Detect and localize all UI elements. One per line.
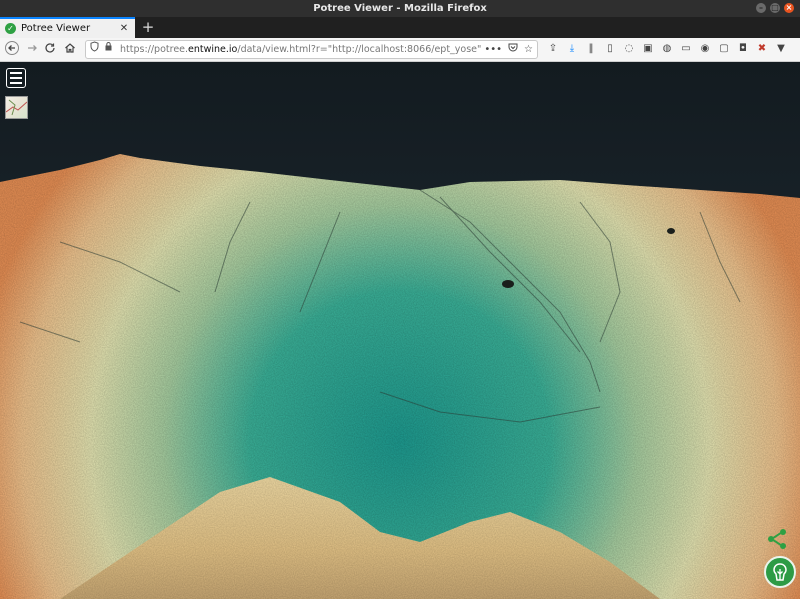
home-icon: [65, 43, 75, 53]
extension-icon-3[interactable]: ◍: [660, 42, 674, 56]
url-domain: entwine.io: [188, 44, 238, 55]
potree-favicon-icon: ✓: [5, 23, 16, 34]
toolbar-right: ⇪ ⤓ ‖ ▯ ◌ ▣ ◍ ▭ ◉ ▢ ◘ ✖ ▼ ☰: [546, 42, 800, 56]
window-title: Potree Viewer - Mozilla Firefox: [313, 3, 487, 14]
reload-icon: [45, 43, 55, 53]
url-path: /data/view.html?r="http://localhost:8066…: [237, 44, 482, 55]
arrow-right-icon: [28, 45, 37, 51]
sidebar-menu-button[interactable]: [6, 68, 26, 88]
star-icon[interactable]: ☆: [524, 41, 533, 58]
tab-potree-viewer[interactable]: ✓ Potree Viewer ✕: [0, 17, 135, 38]
back-button[interactable]: [3, 41, 21, 59]
tab-bar: ✓ Potree Viewer ✕ +: [0, 17, 800, 38]
tab-close-icon[interactable]: ✕: [117, 23, 131, 34]
window-controls: – □ ×: [756, 3, 794, 13]
map-toggle-button[interactable]: [5, 96, 28, 119]
extension-icon-2[interactable]: ▣: [641, 42, 655, 56]
more-icon[interactable]: •••: [484, 41, 502, 58]
home-button[interactable]: [61, 41, 79, 59]
url-prefix: https://potree.: [120, 44, 189, 55]
terrain-feature: [667, 228, 675, 234]
point-cloud-render[interactable]: [0, 62, 800, 599]
navigation-toolbar: https://potree.entwine.io/data/view.html…: [0, 38, 800, 62]
hamburger-line: [10, 82, 22, 84]
extension-icon-9[interactable]: ▼: [774, 42, 788, 56]
reload-button[interactable]: [41, 41, 59, 59]
close-window-button[interactable]: ×: [784, 3, 794, 13]
hamburger-line: [10, 77, 22, 79]
arrow-left-icon: [5, 41, 19, 55]
extension-icon-1[interactable]: ◌: [622, 42, 636, 56]
download-icon[interactable]: ⤓: [565, 42, 579, 56]
minimize-button[interactable]: –: [756, 3, 766, 13]
maximize-button[interactable]: □: [770, 3, 780, 13]
window-titlebar: Potree Viewer - Mozilla Firefox – □ ×: [0, 0, 800, 17]
potree-logo-icon[interactable]: [764, 556, 796, 588]
terrain-feature: [502, 280, 514, 288]
extension-icon-6[interactable]: ▢: [717, 42, 731, 56]
map-icon: [5, 99, 28, 116]
library-icon[interactable]: ‖: [584, 42, 598, 56]
share-icon[interactable]: [766, 528, 788, 550]
sidebar-icon[interactable]: ▯: [603, 42, 617, 56]
lock-icon[interactable]: [104, 41, 113, 58]
url-bar[interactable]: https://potree.entwine.io/data/view.html…: [85, 40, 538, 59]
url-text[interactable]: https://potree.entwine.io/data/view.html…: [120, 41, 481, 58]
new-tab-button[interactable]: +: [140, 17, 156, 38]
shield-icon[interactable]: [90, 41, 99, 58]
extension-icon-7[interactable]: ◘: [736, 42, 750, 56]
forward-button[interactable]: [23, 41, 41, 59]
extension-icon-8[interactable]: ✖: [755, 42, 769, 56]
pocket-icon[interactable]: [508, 41, 518, 58]
tab-title: Potree Viewer: [21, 23, 91, 34]
hamburger-menu-icon: [10, 72, 22, 74]
terrain-texture: [0, 154, 800, 599]
extension-icon-4[interactable]: ▭: [679, 42, 693, 56]
extension-icon-5[interactable]: ◉: [698, 42, 712, 56]
potree-viewer-canvas[interactable]: [0, 62, 800, 599]
extension-upload-icon[interactable]: ⇪: [546, 42, 560, 56]
